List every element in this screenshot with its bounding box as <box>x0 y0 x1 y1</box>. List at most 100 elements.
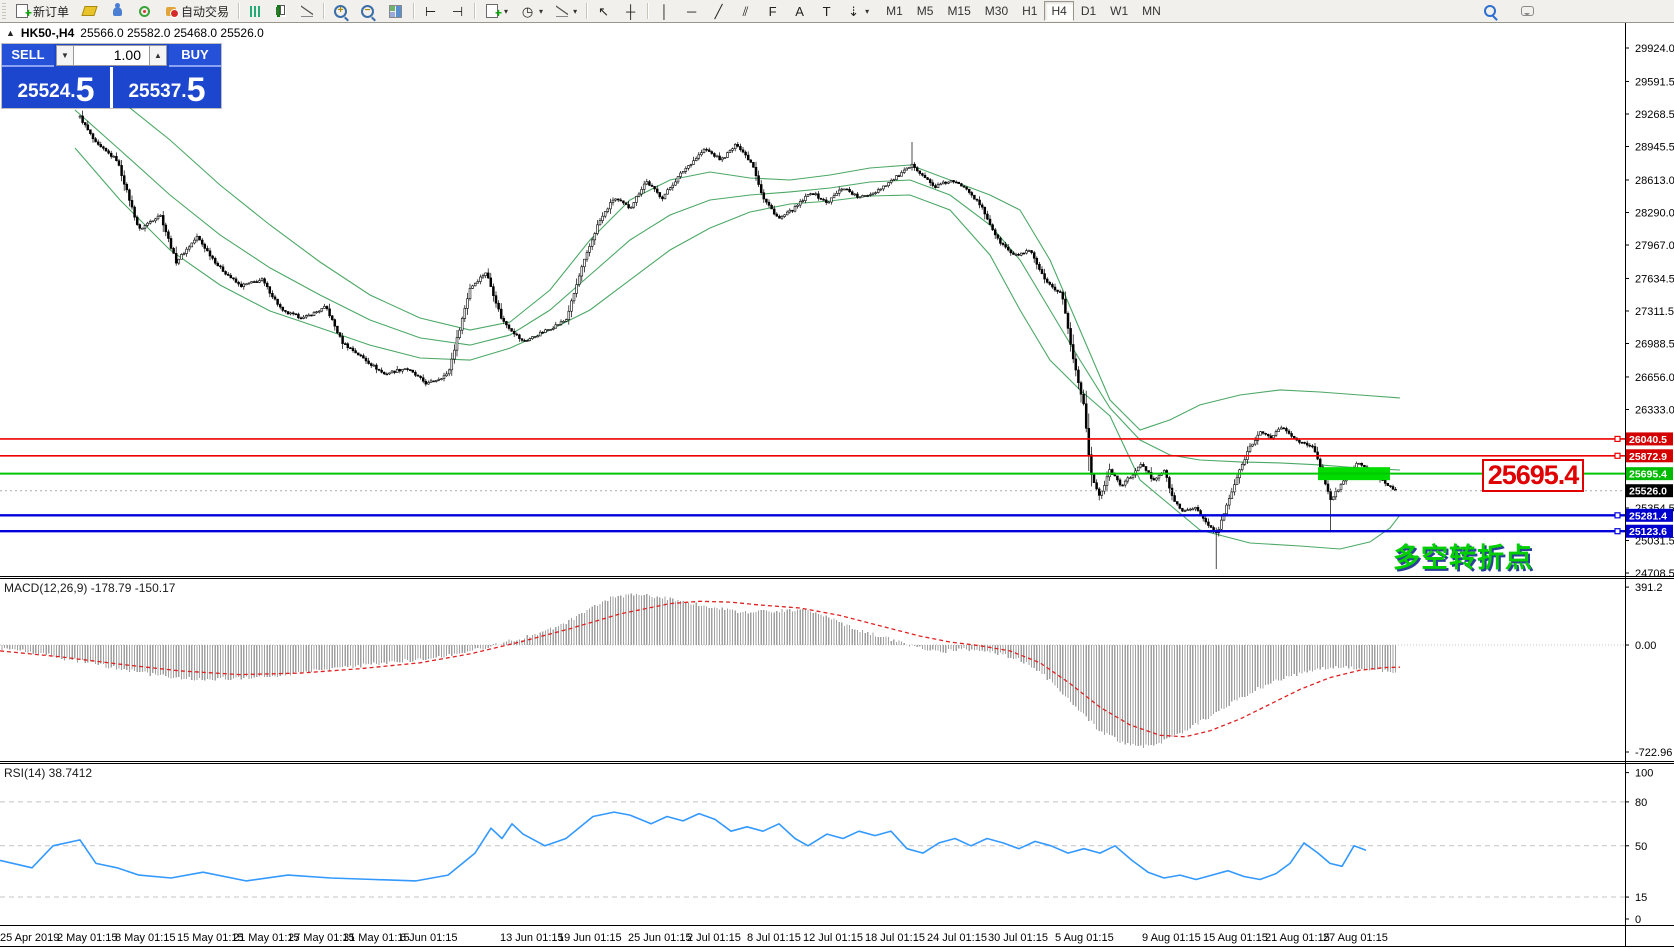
timeframe-mn[interactable]: MN <box>1135 1 1168 21</box>
line-chart-icon <box>301 5 313 17</box>
chevron-down-icon: ▾ <box>504 7 508 16</box>
svg-text:28290.0: 28290.0 <box>1635 207 1674 219</box>
tile-windows-icon <box>389 5 402 18</box>
timeframe-m15[interactable]: M15 <box>940 1 977 21</box>
auto-scroll-button[interactable]: ⊢ <box>417 0 444 22</box>
time-axis[interactable]: 25 Apr 20192 May 01:158 May 01:1515 May … <box>0 932 1388 944</box>
volume-up-button[interactable]: ▲ <box>149 45 167 66</box>
new-order-button[interactable]: 新订单 <box>8 0 75 22</box>
svg-text:100: 100 <box>1635 768 1653 780</box>
bar-chart-button[interactable] <box>242 0 268 22</box>
price-level-annotation-box[interactable]: 25695.4 <box>1482 459 1584 492</box>
channel-button[interactable]: ⫽ <box>732 0 759 22</box>
timeframe-w1[interactable]: W1 <box>1103 1 1135 21</box>
svg-text:26040.5: 26040.5 <box>1629 434 1667 446</box>
timeframe-switcher: M1M5M15M30H1H4D1W1MN <box>879 1 1168 21</box>
cursor-button-icon: ↖ <box>596 4 611 19</box>
volume-down-button[interactable]: ▼ <box>56 45 74 66</box>
symbol-period-label: HK50-,H4 <box>21 26 74 40</box>
cursor-button[interactable]: ↖ <box>590 0 617 22</box>
horizontal-line-button[interactable]: ─ <box>678 0 705 22</box>
timeframe-m30[interactable]: M30 <box>978 1 1015 21</box>
zoom-in-button[interactable] <box>327 0 354 22</box>
toolbar-separator <box>238 3 239 19</box>
price-badge-25123.6: 25123.6 <box>1626 525 1673 539</box>
date-label: 15 Aug 01:15 <box>1203 932 1268 944</box>
toolbar-separator <box>647 3 648 19</box>
date-label: 13 Jun 01:15 <box>500 932 564 944</box>
metaeditor-button[interactable] <box>75 0 104 22</box>
new-chart-dropdown[interactable]: ▾ <box>478 0 514 22</box>
svg-text:29591.5: 29591.5 <box>1635 76 1674 88</box>
trendline-button[interactable]: ╱ <box>705 0 732 22</box>
svg-text:15: 15 <box>1635 892 1647 904</box>
chart-canvas[interactable]: 29924.029591.529268.528945.528613.028290… <box>0 0 1674 949</box>
timeframe-h1[interactable]: H1 <box>1015 1 1044 21</box>
volume-input[interactable]: 1.00 <box>74 45 149 66</box>
templates-dropdown[interactable]: ▾ <box>549 0 583 22</box>
date-label: 24 Jul 01:15 <box>927 932 987 944</box>
chat-icon <box>1521 6 1534 16</box>
crosshair-button[interactable]: ┼ <box>617 0 644 22</box>
price-badge-25872.9: 25872.9 <box>1626 449 1673 463</box>
toolbar-separator <box>474 3 475 19</box>
arrows-dropdown-icon: ⇣ <box>846 4 861 19</box>
timeframe-d1[interactable]: D1 <box>1074 1 1103 21</box>
search-button[interactable] <box>1477 0 1503 22</box>
svg-text:26656.0: 26656.0 <box>1635 372 1674 384</box>
toolbar-separator <box>323 3 324 19</box>
buy-price[interactable]: 25537.5 <box>113 67 221 108</box>
svg-text:25123.6: 25123.6 <box>1629 526 1667 538</box>
turning-point-annotation[interactable]: 多空转折点 <box>1393 536 1533 575</box>
line-chart-button[interactable] <box>294 0 320 22</box>
arrows-dropdown[interactable]: ⇣▾ <box>840 0 875 22</box>
date-label: 6 Jun 01:15 <box>400 932 458 944</box>
autotrading-button[interactable]: 自动交易 <box>158 0 235 22</box>
buy-price-big-digit: 5 <box>187 75 206 105</box>
svg-text:25526.0: 25526.0 <box>1629 486 1667 498</box>
autotrading-icon <box>166 7 176 16</box>
date-label: 2 May 01:15 <box>57 932 118 944</box>
macd-indicator-label: MACD(12,26,9) -178.79 -150.17 <box>4 581 175 595</box>
new-order-icon <box>16 4 28 18</box>
fibonacci-button[interactable]: F <box>759 0 786 22</box>
label-button[interactable]: T <box>813 0 840 22</box>
trendline-button-icon: ╱ <box>711 4 726 19</box>
sell-price[interactable]: 25524.5 <box>2 67 113 108</box>
svg-text:28945.5: 28945.5 <box>1635 141 1674 153</box>
channel-button-icon: ⫽ <box>738 4 753 19</box>
one-click-collapse-icon[interactable]: ▲ <box>6 28 15 38</box>
timeframe-m5[interactable]: M5 <box>910 1 941 21</box>
price-badge-25526: 25526.0 <box>1626 484 1673 498</box>
svg-text:25872.9: 25872.9 <box>1629 451 1667 463</box>
svg-text:27311.5: 27311.5 <box>1635 306 1674 318</box>
text-button[interactable]: A <box>786 0 813 22</box>
buy-button[interactable]: BUY <box>169 44 221 67</box>
community-button[interactable] <box>104 0 131 22</box>
date-label: 25 Apr 2019 <box>0 932 59 944</box>
main-toolbar: 新订单自动交易⊢⊣▾◷▾▾↖┼│─╱⫽FAT⇣▾M1M5M15M30H1H4D1… <box>0 0 1674 23</box>
date-label: 30 Jul 01:15 <box>988 932 1048 944</box>
one-click-trading-panel: SELL ▼ 1.00 ▲ BUY 25524.5 25537.5 <box>2 44 221 108</box>
tile-windows-button[interactable] <box>381 0 410 22</box>
chart-shift-button[interactable]: ⊣ <box>444 0 471 22</box>
search-icon <box>1484 5 1496 17</box>
date-label: 8 May 01:15 <box>115 932 176 944</box>
periods-dropdown[interactable]: ◷▾ <box>514 0 549 22</box>
fibonacci-button-icon: F <box>765 4 780 19</box>
svg-text:-722.96: -722.96 <box>1635 747 1672 759</box>
vertical-line-button[interactable]: │ <box>651 0 678 22</box>
date-label: 18 Jul 01:15 <box>865 932 925 944</box>
svg-text:26333.0: 26333.0 <box>1635 404 1674 416</box>
zoom-out-button[interactable] <box>354 0 381 22</box>
candlestick-chart-button[interactable] <box>268 0 294 22</box>
date-label: 27 Aug 01:15 <box>1323 932 1388 944</box>
horizontal-line-button-icon: ─ <box>684 4 699 19</box>
zoom-in-icon <box>334 5 347 18</box>
svg-text:26988.5: 26988.5 <box>1635 338 1674 350</box>
timeframe-h4[interactable]: H4 <box>1044 1 1073 21</box>
sell-button[interactable]: SELL <box>2 44 54 67</box>
signals-button[interactable] <box>131 0 158 22</box>
timeframe-m1[interactable]: M1 <box>879 1 910 21</box>
chat-button[interactable] <box>1513 0 1542 22</box>
